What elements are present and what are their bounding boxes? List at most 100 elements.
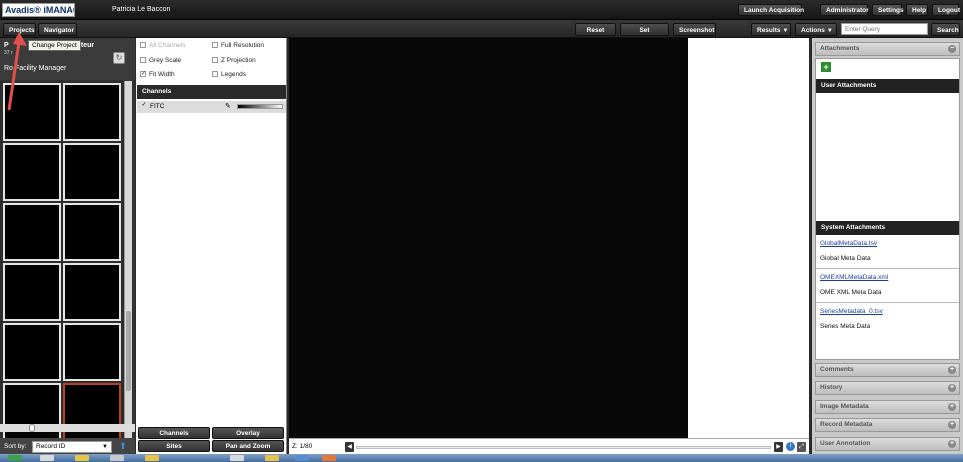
- expand-icon[interactable]: ⤢: [797, 442, 806, 452]
- checkbox[interactable]: [212, 71, 218, 78]
- logo-suffix: iMANAGE: [43, 5, 74, 15]
- checkbox-checked[interactable]: ✓: [140, 71, 146, 78]
- checkbox[interactable]: [212, 57, 218, 64]
- sort-select[interactable]: Record ID ▼: [32, 441, 112, 453]
- actions-dropdown[interactable]: Actions ▼: [795, 23, 837, 36]
- record-thumbnail[interactable]: [3, 323, 61, 381]
- set-thumbnail-button[interactable]: Set Thumbnail: [620, 23, 669, 47]
- screenshot-button[interactable]: Screenshot: [673, 23, 716, 36]
- attachment-link[interactable]: SeriesMetadata_0.tsv: [820, 308, 883, 315]
- taskbar-app-icon[interactable]: [75, 455, 89, 461]
- launch-acquisition-button[interactable]: Launch Acquisition: [738, 4, 804, 16]
- attachments-box: + User Attachments System Attachments Gl…: [815, 58, 960, 360]
- record-metadata-section[interactable]: Record Metadata +: [815, 418, 960, 432]
- record-thumbnail[interactable]: [63, 323, 121, 381]
- thumbnail-size-slider[interactable]: [0, 424, 135, 432]
- user-annotation-section[interactable]: User Annotation +: [815, 437, 960, 451]
- taskbar-app-icon[interactable]: [145, 455, 159, 461]
- option-label: Full Resolution: [221, 42, 264, 49]
- info-icon[interactable]: i: [786, 442, 795, 451]
- fit-width-option[interactable]: ✓ Fit Width: [140, 71, 175, 78]
- history-section[interactable]: History +: [815, 381, 960, 395]
- z-indicator: Z: 1/80: [292, 443, 313, 450]
- section-label: History: [820, 384, 843, 391]
- taskbar-app-icon[interactable]: [230, 455, 244, 461]
- system-attachments-header: System Attachments: [816, 221, 959, 235]
- all-channels-option[interactable]: All Channels: [140, 42, 186, 49]
- top-bar: Avadis® iMANAGE Patricia Le Baccon Launc…: [0, 0, 963, 20]
- slider-knob[interactable]: [29, 424, 35, 432]
- prev-slice-icon[interactable]: ◀: [345, 442, 354, 452]
- z-projection-option[interactable]: Z Projection: [212, 57, 256, 64]
- scrollbar-thumb[interactable]: [126, 311, 131, 391]
- sort-direction-icon[interactable]: ⬆: [117, 441, 129, 453]
- results-dropdown[interactable]: Results ▼: [751, 23, 791, 36]
- next-slice-icon[interactable]: ▶: [774, 442, 783, 452]
- user-attachments-header: User Attachments: [816, 79, 959, 93]
- checkbox[interactable]: [140, 57, 146, 64]
- record-thumbnail[interactable]: [63, 203, 121, 261]
- taskbar-app-icon[interactable]: [265, 455, 279, 461]
- app-logo: Avadis® iMANAGE: [2, 3, 75, 17]
- full-resolution-option[interactable]: Full Resolution: [212, 42, 264, 49]
- image-metadata-section[interactable]: Image Metadata +: [815, 400, 960, 414]
- section-label: Record Metadata: [820, 421, 873, 428]
- section-label: User Annotation: [820, 440, 871, 447]
- attachment-description: OME XML Meta Data: [820, 289, 882, 296]
- sites-button[interactable]: Sites: [138, 440, 210, 452]
- checkbox[interactable]: [140, 42, 146, 49]
- start-icon[interactable]: [8, 455, 22, 461]
- checkbox[interactable]: [212, 42, 218, 49]
- record-thumbnail[interactable]: [3, 383, 61, 441]
- search-input[interactable]: [841, 23, 928, 35]
- record-thumbnail[interactable]: [3, 143, 61, 201]
- taskbar-app-icon[interactable]: [110, 455, 124, 461]
- tab-navigator[interactable]: Navigator: [38, 23, 77, 36]
- intensity-gradient[interactable]: [237, 104, 283, 109]
- attachments-header[interactable]: Attachments −: [815, 42, 960, 56]
- taskbar-app-icon[interactable]: [40, 455, 54, 461]
- attachment-link[interactable]: GlobalMetaData.tsv: [820, 240, 877, 247]
- microscopy-image[interactable]: [289, 38, 688, 438]
- taskbar-app-icon[interactable]: [295, 455, 309, 461]
- channels-header: Channels: [137, 85, 286, 99]
- search-button[interactable]: Search: [931, 23, 960, 36]
- add-attachment-icon[interactable]: +: [821, 62, 831, 72]
- check-icon[interactable]: ✓: [141, 102, 147, 109]
- expand-plus-icon[interactable]: +: [948, 421, 956, 429]
- record-thumbnail[interactable]: [63, 143, 121, 201]
- record-thumbnail[interactable]: [3, 263, 61, 321]
- thumbnail-scrollbar[interactable]: [124, 81, 132, 459]
- expand-plus-icon[interactable]: +: [948, 384, 956, 392]
- taskbar-app-icon[interactable]: [322, 455, 336, 461]
- help-button[interactable]: Help: [906, 4, 928, 16]
- channel-row[interactable]: ✓ FITC ✎: [137, 101, 286, 113]
- option-label: Grey Scale: [149, 57, 182, 64]
- overlay-button[interactable]: Overlay: [212, 427, 284, 439]
- reset-zoom-button[interactable]: Reset Zoom: [575, 23, 616, 47]
- expand-plus-icon[interactable]: +: [948, 403, 956, 411]
- administrator-button[interactable]: Administrator: [820, 4, 869, 16]
- record-thumbnail[interactable]: [63, 83, 121, 141]
- record-thumbnail-selected[interactable]: [63, 383, 121, 441]
- divider: [816, 268, 959, 269]
- channel-name: FITC: [150, 103, 165, 110]
- expand-plus-icon[interactable]: +: [948, 440, 956, 448]
- z-slider[interactable]: [356, 446, 771, 449]
- channels-button[interactable]: Channels: [138, 427, 210, 439]
- attachment-link[interactable]: OMEXMLMetaData.xml: [820, 274, 888, 281]
- pan-zoom-button[interactable]: Pan and Zoom: [212, 440, 284, 452]
- record-thumbnail[interactable]: [63, 263, 121, 321]
- expand-plus-icon[interactable]: +: [948, 366, 956, 374]
- option-label: Legends: [221, 71, 246, 78]
- pencil-icon[interactable]: ✎: [225, 101, 231, 113]
- collapse-icon[interactable]: −: [948, 45, 956, 53]
- settings-button[interactable]: Settings: [872, 4, 904, 16]
- grey-scale-option[interactable]: Grey Scale: [140, 57, 181, 64]
- legends-option[interactable]: Legends: [212, 71, 246, 78]
- comments-section[interactable]: Comments +: [815, 363, 960, 377]
- refresh-icon[interactable]: ↻: [113, 52, 125, 64]
- record-thumbnail[interactable]: [3, 203, 61, 261]
- logout-button[interactable]: Logout: [932, 4, 960, 16]
- option-label: Fit Width: [149, 71, 175, 78]
